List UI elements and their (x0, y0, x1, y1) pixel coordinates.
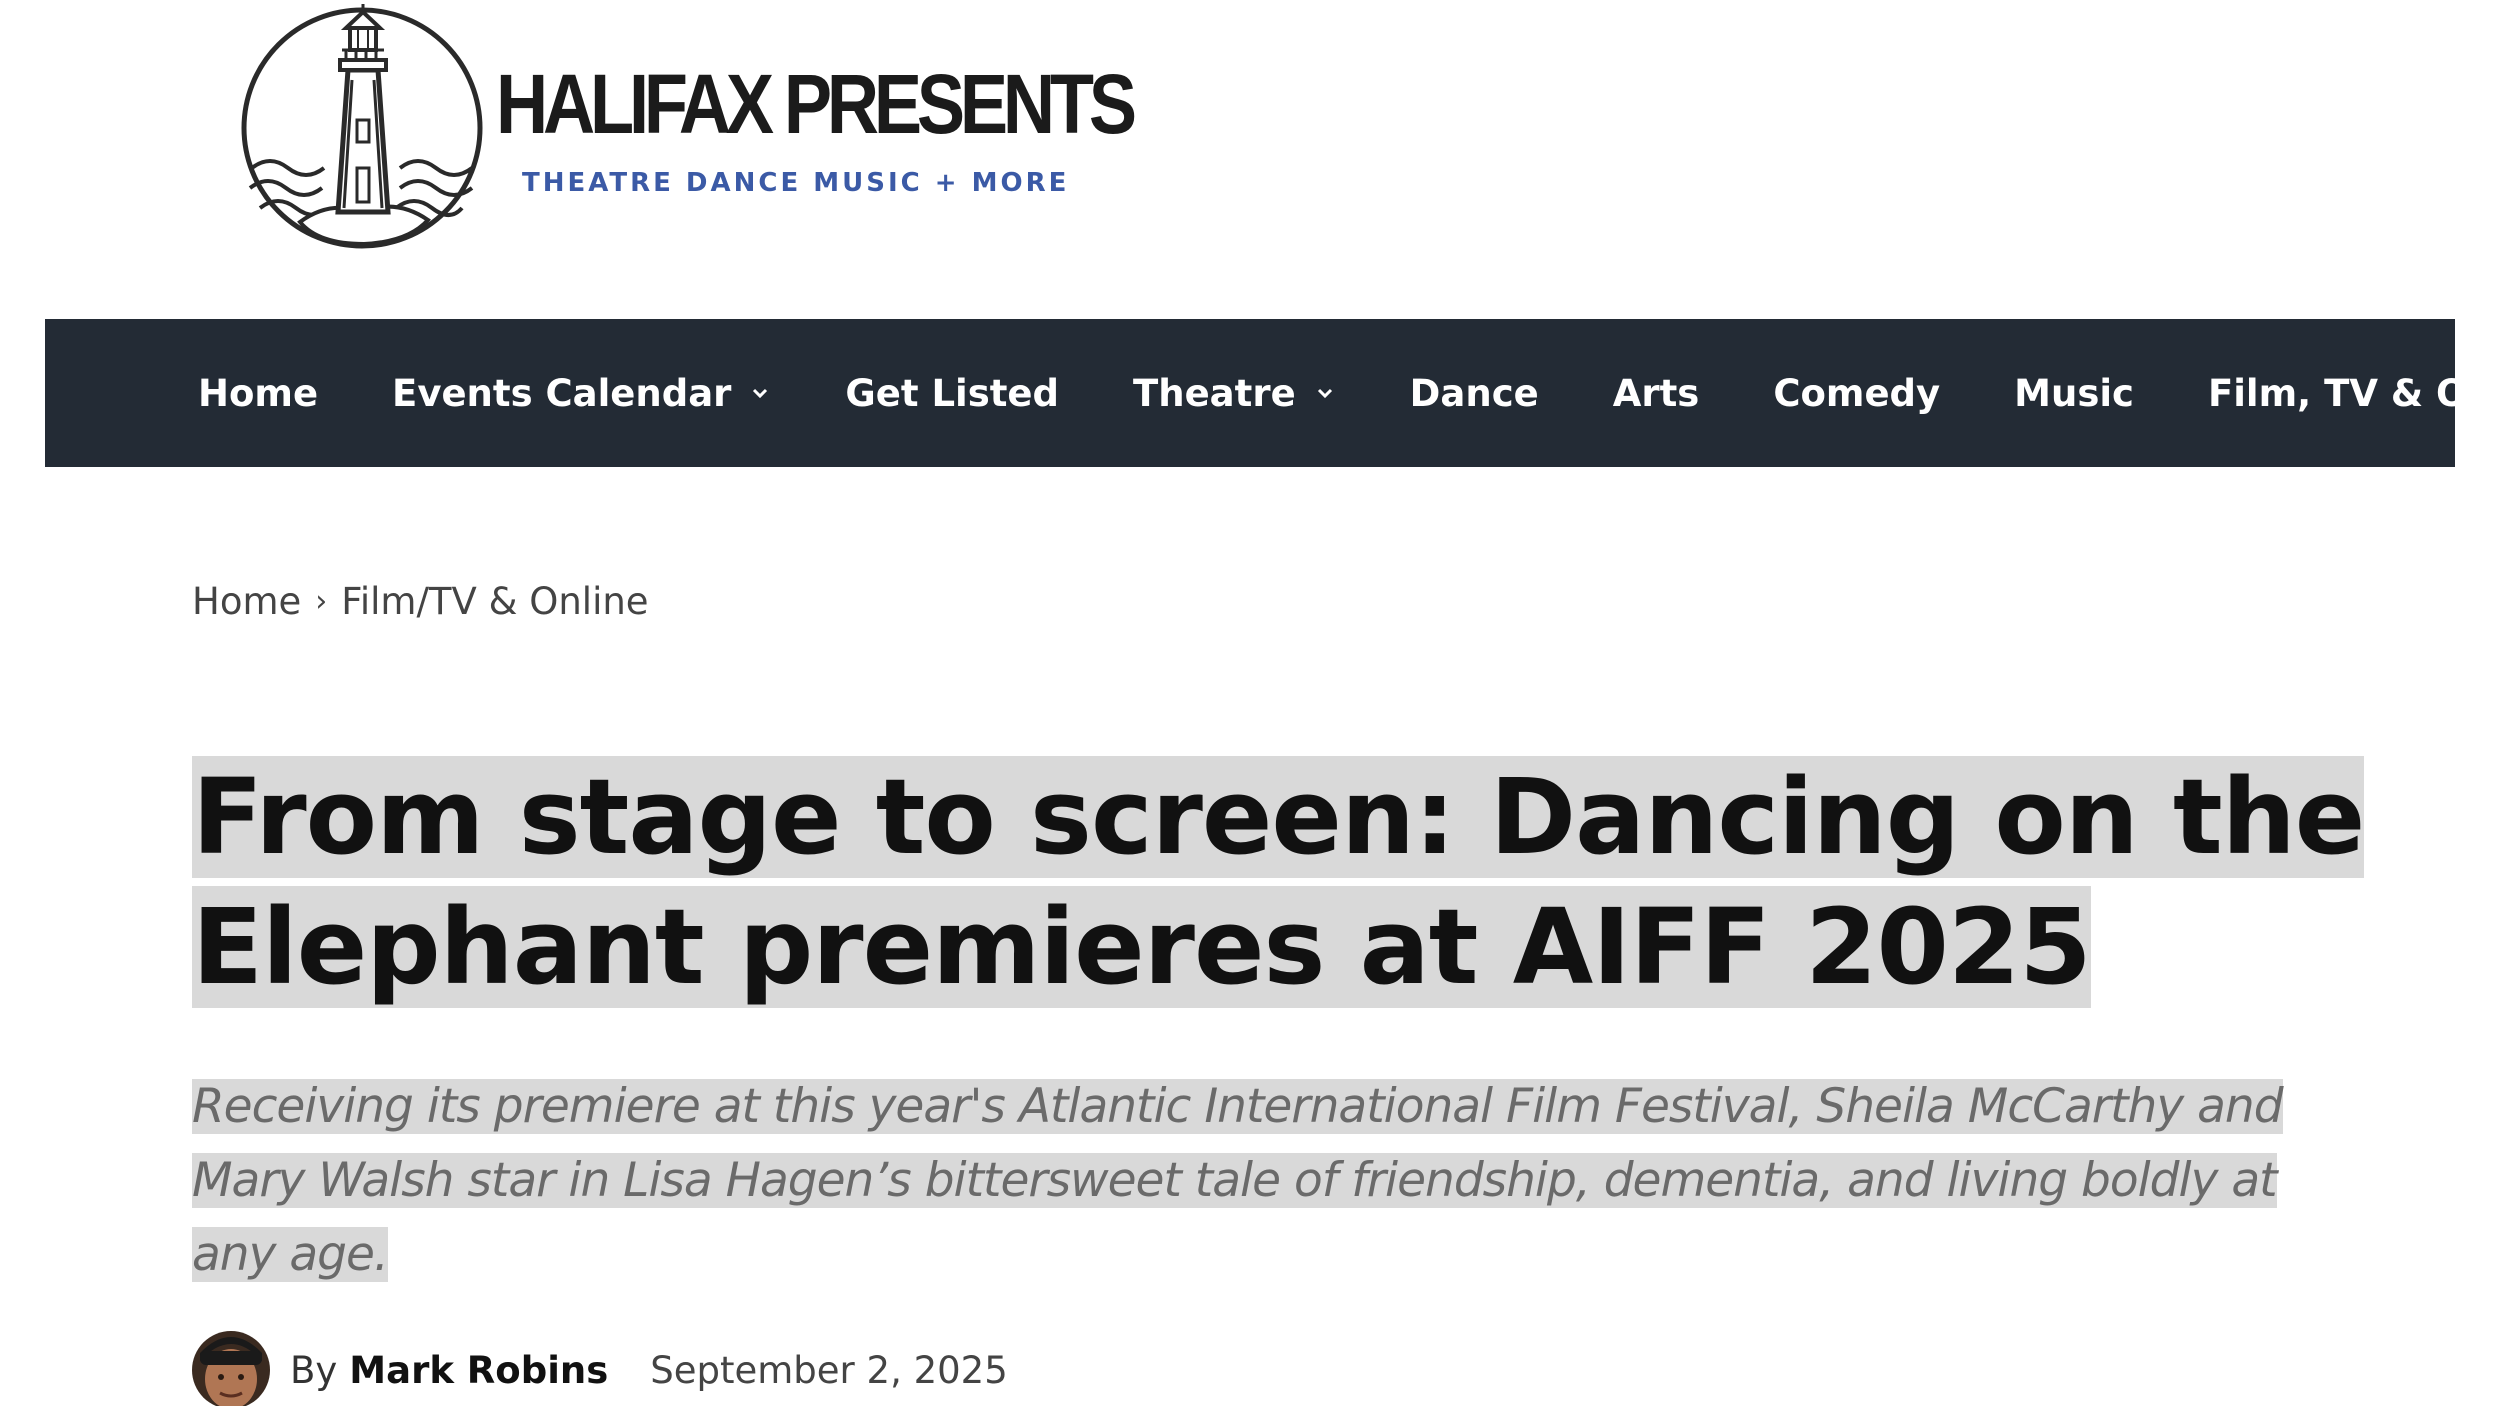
site-logo[interactable]: HALIFAX PRESENTS THEATRE DANCE MUSIC + M… (240, 0, 1137, 252)
chevron-down-icon (753, 388, 768, 399)
breadcrumb: Home › Film/TV & Online (192, 580, 649, 623)
chevron-down-icon (1317, 388, 1332, 399)
nav-item-theatre[interactable]: Theatre (1133, 372, 1336, 415)
nav-item-label: Arts (1612, 371, 1700, 415)
article-title-text: From stage to screen: Dancing on the Ele… (192, 756, 2365, 1008)
avatar-image (192, 1331, 270, 1406)
logo-title: HALIFAX PRESENTS (496, 57, 1137, 151)
nav-item-label: Theatre (1133, 371, 1296, 415)
breadcrumb-home-link[interactable]: Home (192, 580, 301, 623)
main-nav: Home Events Calendar Get Listed Theatre … (45, 319, 2455, 467)
article-title: From stage to screen: Dancing on the Ele… (192, 752, 2452, 1012)
article-subtitle: Receiving its premiere at this year's At… (192, 1070, 2312, 1292)
nav-item-label: Get Listed (845, 371, 1059, 415)
nav-list: Home Events Calendar Get Listed Theatre … (45, 319, 2455, 467)
logo-tagline: THEATRE DANCE MUSIC + MORE (522, 168, 1070, 198)
byline: By Mark Robins September 2, 2025 (192, 1330, 1008, 1406)
nav-item-arts[interactable]: Arts (1613, 372, 1700, 415)
breadcrumb-separator: › (315, 584, 328, 619)
nav-item-home[interactable]: Home (198, 372, 318, 415)
nav-item-dance[interactable]: Dance (1410, 372, 1539, 415)
byline-prefix: By (290, 1348, 338, 1392)
nav-item-music[interactable]: Music (2014, 372, 2134, 415)
nav-item-get-listed[interactable]: Get Listed (845, 372, 1059, 415)
nav-item-label: Home (198, 371, 319, 415)
article-subtitle-text: Receiving its premiere at this year's At… (192, 1079, 2284, 1282)
nav-item-label: Dance (1409, 371, 1539, 415)
nav-item-label: Events Calendar (392, 371, 732, 415)
post-date: September 2, 2025 (650, 1348, 1008, 1392)
nav-item-comedy[interactable]: Comedy (1773, 372, 1940, 415)
author-avatar[interactable] (192, 1331, 270, 1406)
nav-item-label: Music (2014, 371, 2134, 415)
nav-item-label: Comedy (1773, 371, 1941, 415)
author-name-link[interactable]: Mark Robins (349, 1349, 608, 1392)
nav-item-label: Film, TV & Online (2207, 371, 2455, 415)
lighthouse-icon (241, 4, 483, 249)
breadcrumb-category-link[interactable]: Film/TV & Online (341, 580, 648, 623)
nav-item-events-calendar[interactable]: Events Calendar (392, 372, 771, 415)
nav-item-film-tv-online[interactable]: Film, TV & Online (2208, 372, 2455, 415)
